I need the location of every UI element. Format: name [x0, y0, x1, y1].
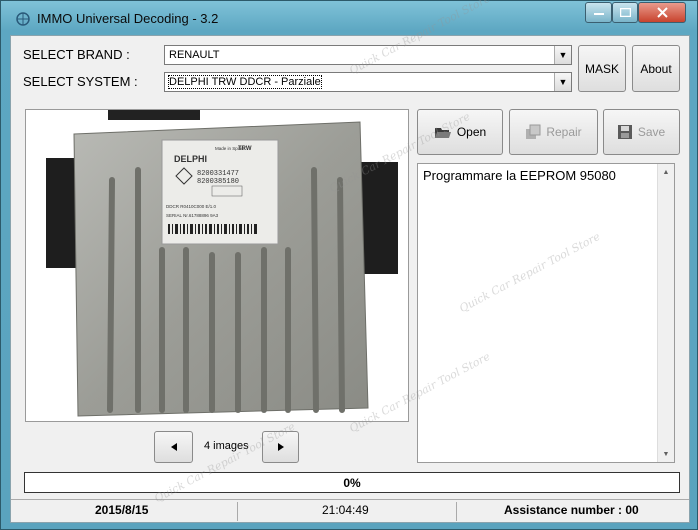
arrow-right-icon: [277, 443, 284, 451]
ecu-label-code: DDCR R0410C000 E/1.0: [166, 204, 217, 209]
select-system-label: SELECT SYSTEM :: [23, 74, 138, 89]
chevron-down-icon[interactable]: ▼: [554, 46, 571, 64]
previous-image-button[interactable]: [154, 431, 193, 463]
repair-icon: [526, 124, 541, 139]
main-panel: SELECT BRAND : RENAULT ▼ SELECT SYSTEM :…: [10, 0, 690, 523]
folder-open-icon: [434, 128, 451, 138]
select-brand-label: SELECT BRAND :: [23, 47, 130, 62]
status-bar: 2015/8/15 21:04:49 Assistance number : 0…: [11, 499, 689, 522]
window-title: IMMO Universal Decoding - 3.2: [37, 11, 219, 26]
system-select[interactable]: DELPHI TRW DDCR - Parziale ▼: [164, 72, 572, 92]
save-button[interactable]: Save: [603, 109, 680, 155]
minimize-icon: [593, 12, 604, 15]
close-button[interactable]: [638, 2, 686, 23]
status-separator: [237, 502, 238, 521]
save-button-label: Save: [637, 125, 666, 139]
system-select-value: DELPHI TRW DDCR - Parziale: [168, 75, 322, 89]
repair-button-label: Repair: [546, 125, 582, 139]
title-bar[interactable]: IMMO Universal Decoding - 3.2: [1, 1, 698, 35]
maximize-icon: [619, 8, 631, 17]
status-separator: [456, 502, 457, 521]
status-assistance: Assistance number : 00: [504, 503, 639, 517]
output-text: Programmare la EEPROM 95080: [423, 168, 616, 183]
open-button-label: Open: [456, 125, 487, 139]
progress-bar: 0%: [24, 472, 680, 493]
brand-select[interactable]: RENAULT ▼: [164, 45, 572, 65]
close-icon: [656, 7, 668, 18]
ecu-label-delphi: DELPHI: [174, 154, 207, 164]
scroll-up-icon[interactable]: ▲: [658, 164, 674, 180]
mask-button[interactable]: MASK: [578, 45, 626, 92]
image-count: 4 images: [204, 440, 249, 452]
ecu-image-viewer: Made in Spain TRW DELPHI 8200331477 8200…: [25, 109, 409, 422]
ecu-label-part1: 8200331477: [197, 170, 239, 178]
progress-text: 0%: [343, 475, 361, 490]
status-date: 2015/8/15: [95, 503, 149, 517]
open-button[interactable]: Open: [417, 109, 503, 155]
ecu-label-part2: 8200385180: [197, 178, 239, 186]
scroll-down-icon[interactable]: ▼: [658, 446, 674, 462]
ecu-module-image: Made in Spain TRW DELPHI 8200331477 8200…: [46, 110, 398, 417]
next-image-button[interactable]: [262, 431, 299, 463]
chevron-down-icon[interactable]: ▼: [554, 73, 571, 91]
app-window: IMMO Universal Decoding - 3.2 SELECT BRA…: [0, 0, 698, 530]
floppy-disk-icon: [617, 125, 632, 139]
ecu-label-trw: TRW: [238, 146, 252, 152]
repair-button[interactable]: Repair: [509, 109, 598, 155]
maximize-button[interactable]: [612, 2, 638, 23]
output-textbox[interactable]: Programmare la EEPROM 95080 ▲ ▼: [417, 163, 675, 463]
brand-select-value: RENAULT: [169, 49, 220, 61]
vertical-scrollbar[interactable]: ▲ ▼: [657, 164, 674, 462]
arrow-left-icon: [170, 443, 177, 451]
ecu-label-serial: SERIAL Nr.61788896 9A3: [166, 213, 219, 218]
app-icon: [16, 12, 30, 26]
about-button[interactable]: About: [632, 45, 680, 92]
status-time: 21:04:49: [322, 503, 369, 517]
minimize-button[interactable]: [585, 2, 612, 23]
